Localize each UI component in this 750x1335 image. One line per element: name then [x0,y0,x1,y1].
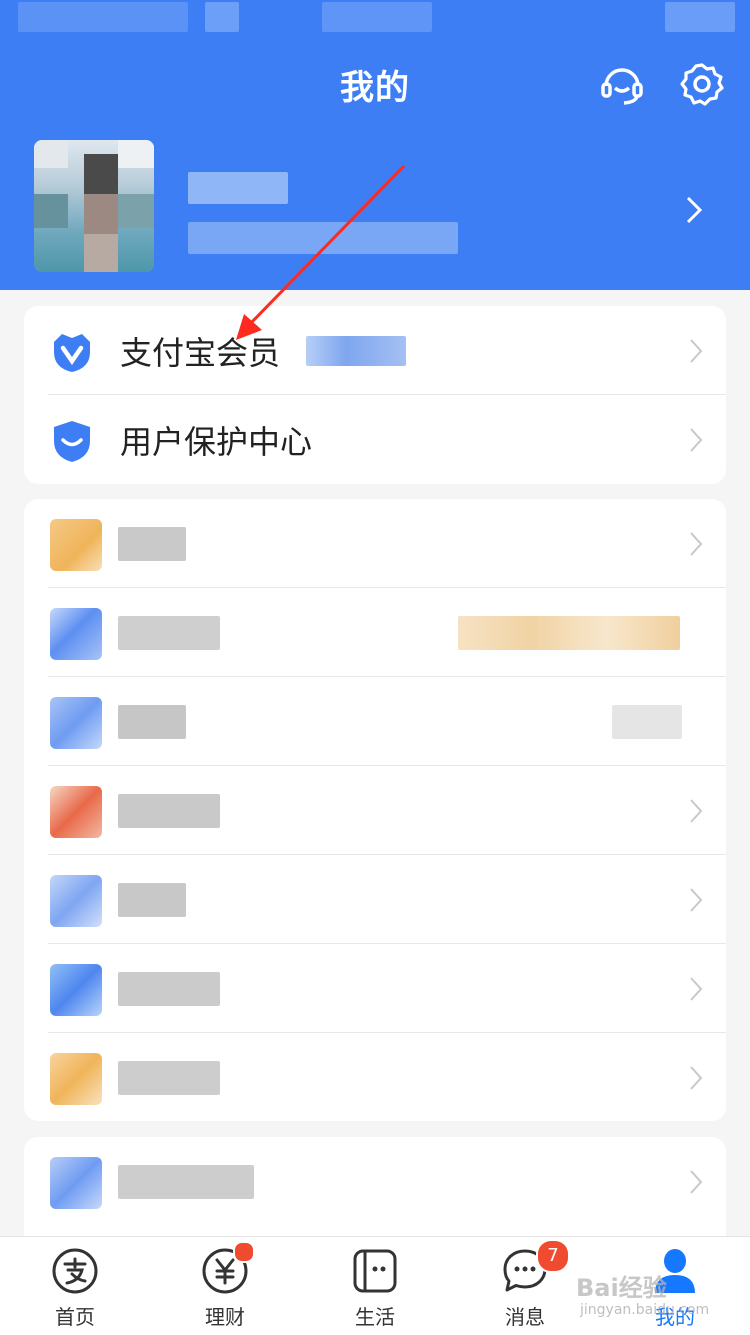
list-item[interactable] [24,766,726,855]
chevron-right-icon [688,798,704,824]
notification-dot [233,1241,255,1263]
message-badge: 7 [536,1239,570,1273]
list-item[interactable] [24,588,726,677]
chevron-right-icon [688,976,704,1002]
tab-label: 理财 [205,1305,245,1329]
pixelated-label [118,972,220,1006]
chevron-right-icon [688,1169,704,1195]
tab-home[interactable]: 首页 [0,1237,150,1335]
watermark-url: jingyan.baidu.com [580,1302,710,1318]
service-list-card [24,499,726,1121]
alipay-icon [51,1247,99,1295]
list-item[interactable] [24,855,726,944]
chevron-right-icon [688,1065,704,1091]
protection-label: 用户保护中心 [120,423,313,461]
tab-label: 生活 [355,1305,395,1329]
pixelated-icon [50,697,102,749]
pixelated-icon [50,1157,102,1209]
status-bar [0,0,750,40]
chevron-right-icon [688,338,704,364]
pixelated-label [118,527,186,561]
header: 我的 [0,0,750,290]
protection-shield-icon [50,419,94,463]
profile-name[interactable] [188,172,288,204]
settings-icon[interactable] [680,62,724,106]
pixelated-label [118,1165,254,1199]
member-shield-icon [50,330,94,374]
list-item[interactable] [24,677,726,766]
chevron-right-icon [688,427,704,453]
pixelated-label [118,616,220,650]
list-item-protection[interactable]: 用户保护中心 [24,395,726,484]
chevron-right-icon [688,887,704,913]
pixelated-value [612,705,682,739]
life-icon [351,1247,399,1295]
pixelated-icon [50,875,102,927]
pixelated-label [118,705,186,739]
member-card: 支付宝会员 用户保护中心 [24,306,726,484]
pixelated-label [118,794,220,828]
chevron-right-icon [688,531,704,557]
pixelated-icon [50,1053,102,1105]
list-item[interactable] [24,944,726,1033]
tab-finance[interactable]: 理财 [150,1237,300,1335]
pixelated-label [118,883,186,917]
pixelated-promo [458,616,680,650]
pixelated-icon [50,964,102,1016]
pixelated-icon [50,519,102,571]
pixelated-icon [50,786,102,838]
watermark: Bai经验 [576,1274,667,1302]
tab-life[interactable]: 生活 [300,1237,450,1335]
member-level [306,336,406,366]
profile-account[interactable] [188,222,458,254]
list-item-member[interactable]: 支付宝会员 [24,306,726,395]
list-item[interactable] [24,499,726,588]
member-label: 支付宝会员 [120,334,281,372]
pixelated-label [118,1061,220,1095]
list-item[interactable] [24,1137,726,1226]
chevron-right-icon[interactable] [680,192,708,228]
pixelated-icon [50,608,102,660]
list-item[interactable] [24,1033,726,1122]
avatar[interactable] [34,140,154,272]
tab-label: 首页 [55,1305,95,1329]
customer-service-icon[interactable] [600,62,644,106]
tab-label: 消息 [505,1305,545,1329]
